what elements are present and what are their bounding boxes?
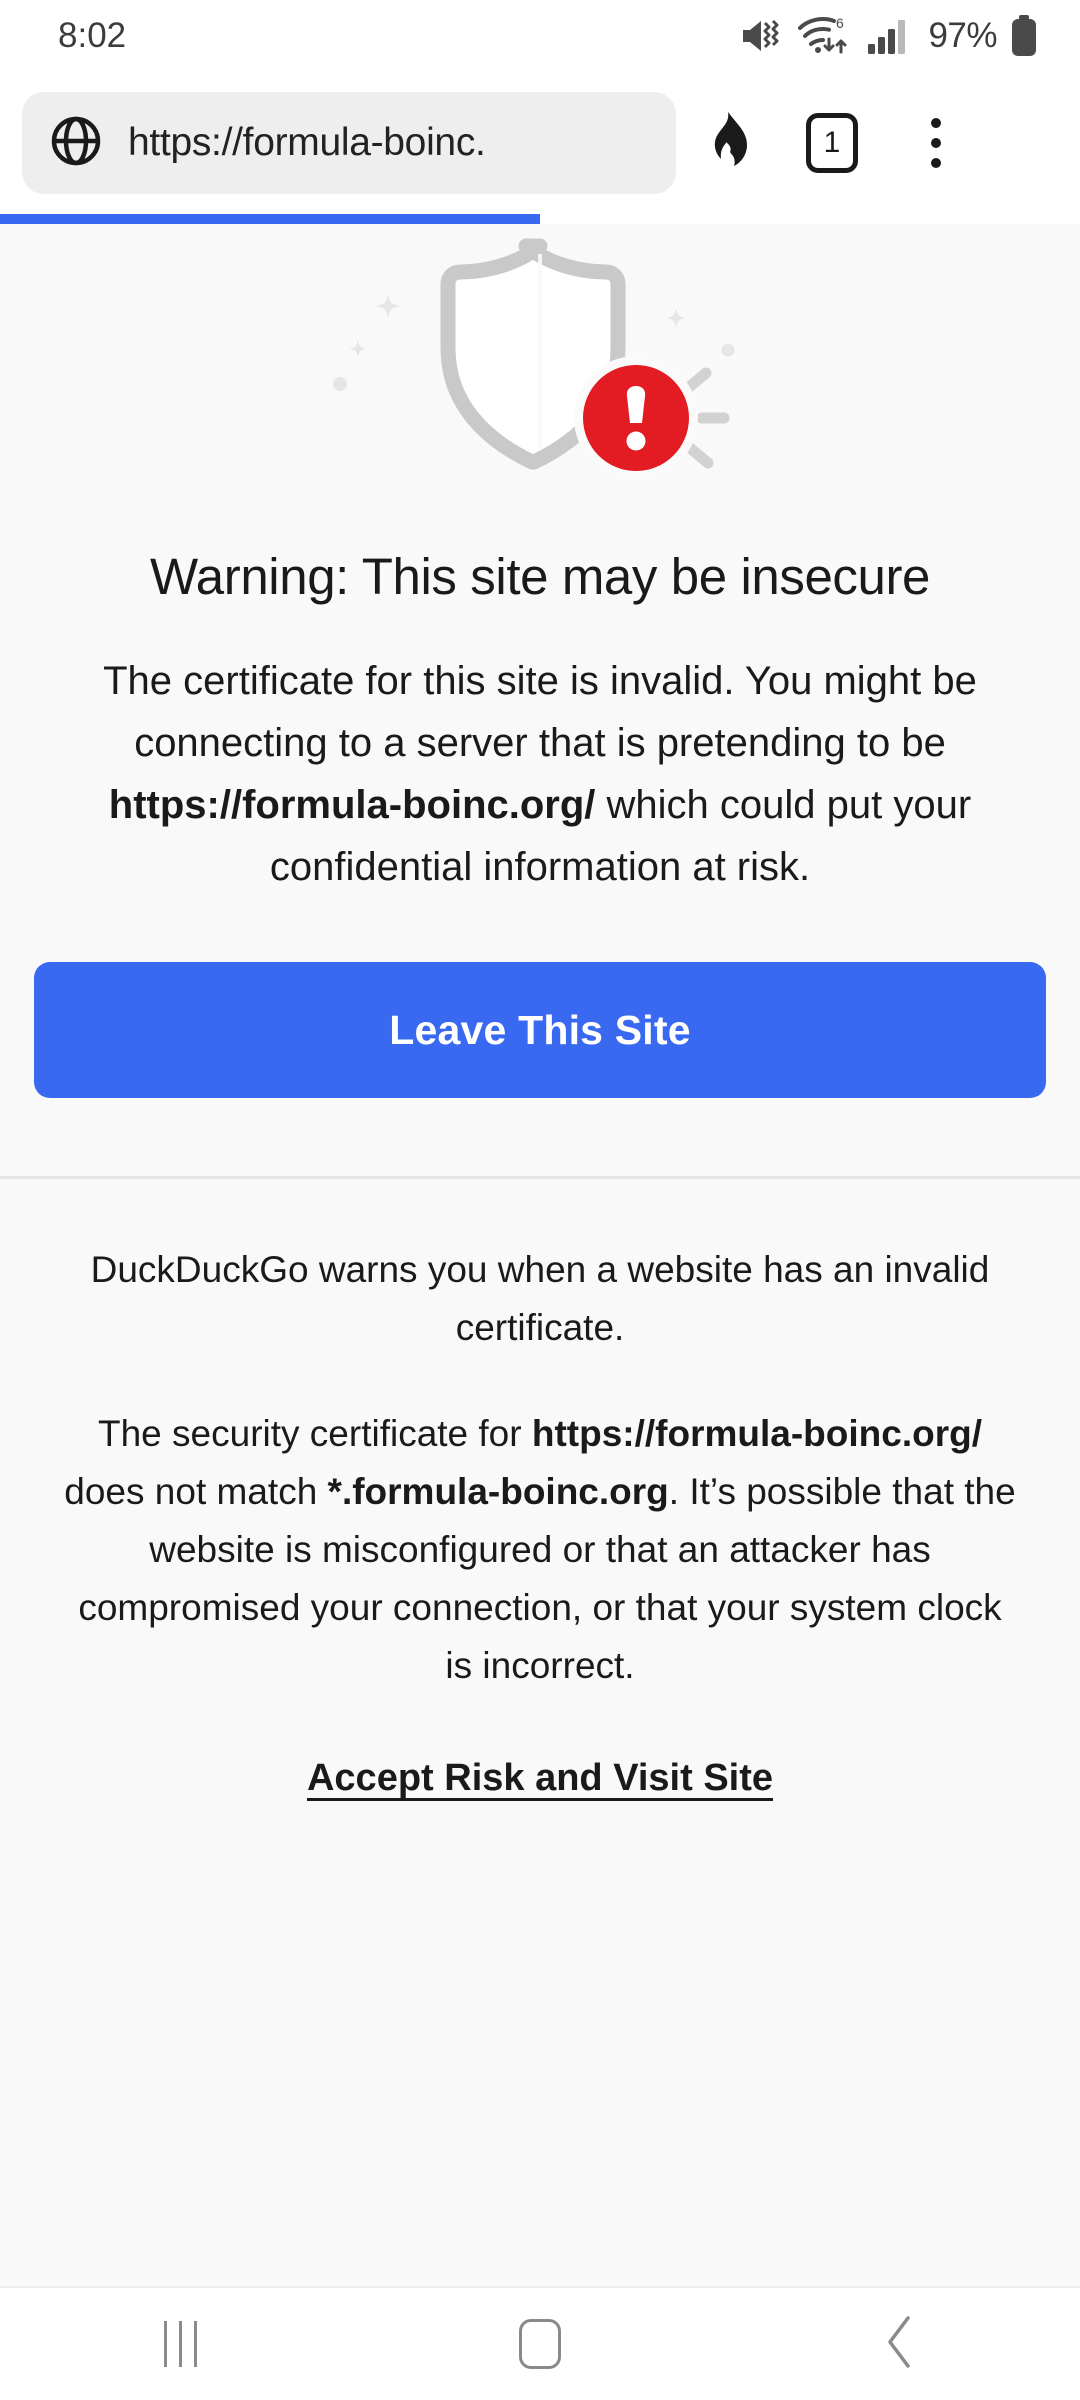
page-title: Warning: This site may be insecure	[149, 548, 931, 605]
android-navigation-bar	[0, 2286, 1080, 2400]
page-load-progress-fill	[0, 214, 540, 224]
status-icons: 6 97%	[739, 15, 1038, 57]
leave-this-site-button[interactable]: Leave This Site	[34, 962, 1046, 1098]
address-bar-url: https://formula-boinc.	[128, 121, 486, 164]
tab-switcher-button[interactable]: 1	[780, 91, 884, 195]
advisory-detail-part1: The security certificate for	[98, 1413, 532, 1454]
advisory-detail-part2: does not match	[64, 1471, 328, 1512]
cellular-signal-icon	[867, 18, 911, 54]
fire-button[interactable]	[676, 91, 780, 195]
home-icon	[519, 2319, 561, 2369]
advisory-detail-url: https://formula-boinc.org/	[531, 1413, 982, 1454]
status-clock: 8:02	[58, 16, 127, 55]
recents-icon	[163, 2321, 197, 2367]
back-chevron-icon	[880, 2314, 920, 2375]
warning-illustration	[0, 232, 1080, 502]
tab-count-badge: 1	[806, 113, 858, 173]
shield-alert-illustration	[333, 238, 735, 480]
battery-icon	[1010, 15, 1038, 57]
back-button[interactable]	[800, 2287, 1000, 2400]
address-bar[interactable]: https://formula-boinc.	[22, 92, 676, 194]
svg-text:6: 6	[836, 15, 844, 31]
browser-toolbar: https://formula-boinc. 1	[0, 72, 1080, 214]
overflow-menu-icon	[931, 118, 941, 168]
accept-risk-and-visit-site-link[interactable]: Accept Risk and Visit Site	[307, 1757, 773, 1800]
section-divider	[0, 1176, 1080, 1179]
warning-description-url: https://formula-boinc.org/	[108, 783, 596, 827]
accept-risk-wrapper: Accept Risk and Visit Site	[0, 1757, 1080, 1800]
ssl-warning-page: Warning: This site may be insecure The c…	[0, 224, 1080, 2286]
fire-button-icon	[701, 110, 755, 177]
advisory-detail: The security certificate for https://for…	[60, 1405, 1020, 1695]
status-bar: 8:02 6 97%	[0, 0, 1080, 72]
mute-vibrate-icon	[739, 17, 785, 55]
battery-percent-label: 97%	[928, 16, 997, 55]
wifi-6-icon: 6	[798, 15, 854, 57]
recents-button[interactable]	[80, 2287, 280, 2400]
phone-screen: 8:02 6 97% https://formula-boinc. 1 Warn…	[0, 0, 1080, 2400]
page-load-progress-track	[0, 214, 1080, 224]
warning-description-part1: The certificate for this site is invalid…	[103, 659, 977, 765]
overflow-menu-button[interactable]	[884, 91, 988, 195]
leave-site-button-wrapper: Leave This Site	[0, 898, 1080, 1098]
globe-icon	[50, 115, 102, 172]
advisory-intro: DuckDuckGo warns you when a website has …	[90, 1249, 990, 1348]
warning-description: The certificate for this site is invalid…	[70, 650, 1010, 898]
home-button[interactable]	[440, 2287, 640, 2400]
advisory-detail-host: *.formula-boinc.org	[327, 1471, 669, 1512]
